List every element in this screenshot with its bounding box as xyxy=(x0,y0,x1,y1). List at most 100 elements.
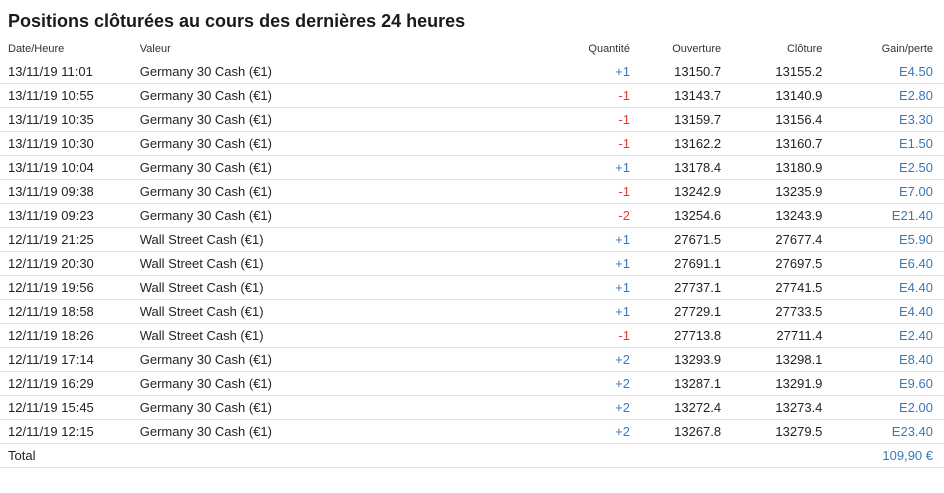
cell-open: 13287.1 xyxy=(629,371,722,396)
cell-open: 13150.7 xyxy=(629,60,722,84)
cell-close: 13155.2 xyxy=(721,60,823,84)
cell-instrument: Germany 30 Cash (€1) xyxy=(139,131,444,156)
table-row[interactable]: 13/11/19 10:35 Germany 30 Cash (€1) -1 1315… xyxy=(0,107,944,132)
total-label: Total xyxy=(0,443,140,468)
cell-close: 13279.5 xyxy=(721,419,823,444)
cell-date: 12/11/19 12:15 xyxy=(0,419,140,444)
cell-quantity: +1 xyxy=(443,60,630,84)
cell-open: 13272.4 xyxy=(629,395,722,420)
cell-close: 13243.9 xyxy=(721,203,823,228)
cell-instrument: Wall Street Cash (€1) xyxy=(139,251,444,276)
cell-close: 13298.1 xyxy=(721,347,823,372)
cell-quantity: +2 xyxy=(443,419,630,444)
cell-close: 13291.9 xyxy=(721,371,823,396)
cell-gain: E6.40 xyxy=(822,251,944,276)
cell-gain: E8.40 xyxy=(822,347,944,372)
cell-open: 27729.1 xyxy=(629,299,722,324)
cell-date: 13/11/19 10:04 xyxy=(0,155,140,180)
cell-open: 13143.7 xyxy=(629,83,722,108)
cell-close: 13140.9 xyxy=(721,83,823,108)
cell-date: 12/11/19 16:29 xyxy=(0,371,140,396)
table-row[interactable]: 13/11/19 10:30 Germany 30 Cash (€1) -1 1316… xyxy=(0,131,944,156)
cell-quantity: +2 xyxy=(443,371,630,396)
cell-date: 13/11/19 11:01 xyxy=(0,60,140,84)
column-header-quantity[interactable]: Quantité xyxy=(444,38,630,60)
table-row[interactable]: 12/11/19 17:14 Germany 30 Cash (€1) +2 1329… xyxy=(0,347,944,372)
cell-open: 13162.2 xyxy=(629,131,722,156)
cell-open: 13267.8 xyxy=(629,419,722,444)
page-title: Positions clôturées au cours des dernièr… xyxy=(8,11,466,31)
cell-quantity: -1 xyxy=(443,83,630,108)
cell-close: 27711.4 xyxy=(721,323,823,348)
cell-gain: E5.90 xyxy=(822,227,944,252)
cell-instrument: Wall Street Cash (€1) xyxy=(139,227,444,252)
table-row[interactable]: 13/11/19 10:55 Germany 30 Cash (€1) -1 1314… xyxy=(0,83,944,108)
cell-instrument: Germany 30 Cash (€1) xyxy=(139,395,444,420)
cell-instrument: Wall Street Cash (€1) xyxy=(139,299,444,324)
column-header-open[interactable]: Ouverture xyxy=(630,38,721,60)
cell-gain: E4.40 xyxy=(822,275,944,300)
closed-positions-table: Date/Heure Valeur Quantité Ouverture Clô… xyxy=(0,38,944,468)
cell-date: 13/11/19 10:30 xyxy=(0,131,140,156)
cell-instrument: Germany 30 Cash (€1) xyxy=(139,179,444,204)
cell-quantity: -2 xyxy=(443,203,630,228)
table-row[interactable]: 13/11/19 09:38 Germany 30 Cash (€1) -1 1324… xyxy=(0,179,944,204)
column-header-close[interactable]: Clôture xyxy=(721,38,822,60)
cell-quantity: -1 xyxy=(443,131,630,156)
cell-gain: E1.50 xyxy=(822,131,944,156)
cell-open: 13242.9 xyxy=(629,179,722,204)
table-row[interactable]: 13/11/19 11:01 Germany 30 Cash (€1) +1 1315… xyxy=(0,60,944,84)
cell-open: 27671.5 xyxy=(629,227,722,252)
cell-gain: E4.40 xyxy=(822,299,944,324)
cell-gain: E21.40 xyxy=(822,203,944,228)
cell-open: 27737.1 xyxy=(629,275,722,300)
cell-gain: E4.50 xyxy=(822,60,944,84)
cell-close: 27697.5 xyxy=(721,251,823,276)
cell-instrument: Germany 30 Cash (€1) xyxy=(139,83,444,108)
table-row[interactable]: 12/11/19 18:58 Wall Street Cash (€1) +1 277… xyxy=(0,299,944,324)
column-header-value[interactable]: Valeur xyxy=(140,38,444,60)
cell-date: 12/11/19 18:58 xyxy=(0,299,140,324)
cell-quantity: +1 xyxy=(443,227,630,252)
cell-quantity: -1 xyxy=(443,107,630,132)
table-row[interactable]: 12/11/19 15:45 Germany 30 Cash (€1) +2 1327… xyxy=(0,395,944,420)
table-row[interactable]: 13/11/19 09:23 Germany 30 Cash (€1) -2 1325… xyxy=(0,203,944,228)
table-row[interactable]: 13/11/19 10:04 Germany 30 Cash (€1) +1 1317… xyxy=(0,155,944,180)
cell-close: 13235.9 xyxy=(721,179,823,204)
cell-date: 12/11/19 19:56 xyxy=(0,275,140,300)
cell-quantity: -1 xyxy=(443,323,630,348)
cell-close: 13156.4 xyxy=(721,107,823,132)
column-header-date[interactable]: Date/Heure xyxy=(0,38,140,60)
cell-gain: E2.00 xyxy=(822,395,944,420)
cell-open: 13178.4 xyxy=(629,155,722,180)
cell-quantity: +1 xyxy=(443,299,630,324)
closed-positions-panel: Positions clôturées au cours des dernièr… xyxy=(0,0,944,493)
cell-date: 12/11/19 21:25 xyxy=(0,227,140,252)
cell-open: 13254.6 xyxy=(629,203,722,228)
cell-open: 13293.9 xyxy=(629,347,722,372)
cell-open: 13159.7 xyxy=(629,107,722,132)
cell-quantity: +2 xyxy=(443,395,630,420)
cell-date: 12/11/19 18:26 xyxy=(0,323,140,348)
table-row[interactable]: 12/11/19 21:25 Wall Street Cash (€1) +1 276… xyxy=(0,227,944,252)
cell-open: 27691.1 xyxy=(629,251,722,276)
cell-close: 27677.4 xyxy=(721,227,823,252)
table-row[interactable]: 12/11/19 16:29 Germany 30 Cash (€1) +2 1328… xyxy=(0,371,944,396)
cell-instrument: Germany 30 Cash (€1) xyxy=(139,347,444,372)
cell-quantity: +1 xyxy=(443,275,630,300)
cell-instrument: Wall Street Cash (€1) xyxy=(139,323,444,348)
cell-instrument: Germany 30 Cash (€1) xyxy=(139,203,444,228)
cell-instrument: Germany 30 Cash (€1) xyxy=(139,60,444,84)
cell-gain: E7.00 xyxy=(822,179,944,204)
cell-open: 27713.8 xyxy=(629,323,722,348)
table-row[interactable]: 12/11/19 20:30 Wall Street Cash (€1) +1 276… xyxy=(0,251,944,276)
cell-close: 27733.5 xyxy=(721,299,823,324)
cell-gain: E2.40 xyxy=(822,323,944,348)
table-row[interactable]: 12/11/19 18:26 Wall Street Cash (€1) -1 277… xyxy=(0,323,944,348)
cell-close: 27741.5 xyxy=(721,275,823,300)
column-header-gain[interactable]: Gain/perte xyxy=(822,38,944,60)
cell-quantity: +1 xyxy=(443,155,630,180)
table-row[interactable]: 12/11/19 19:56 Wall Street Cash (€1) +1 277… xyxy=(0,275,944,300)
cell-gain: E3.30 xyxy=(822,107,944,132)
table-row[interactable]: 12/11/19 12:15 Germany 30 Cash (€1) +2 1326… xyxy=(0,419,944,444)
